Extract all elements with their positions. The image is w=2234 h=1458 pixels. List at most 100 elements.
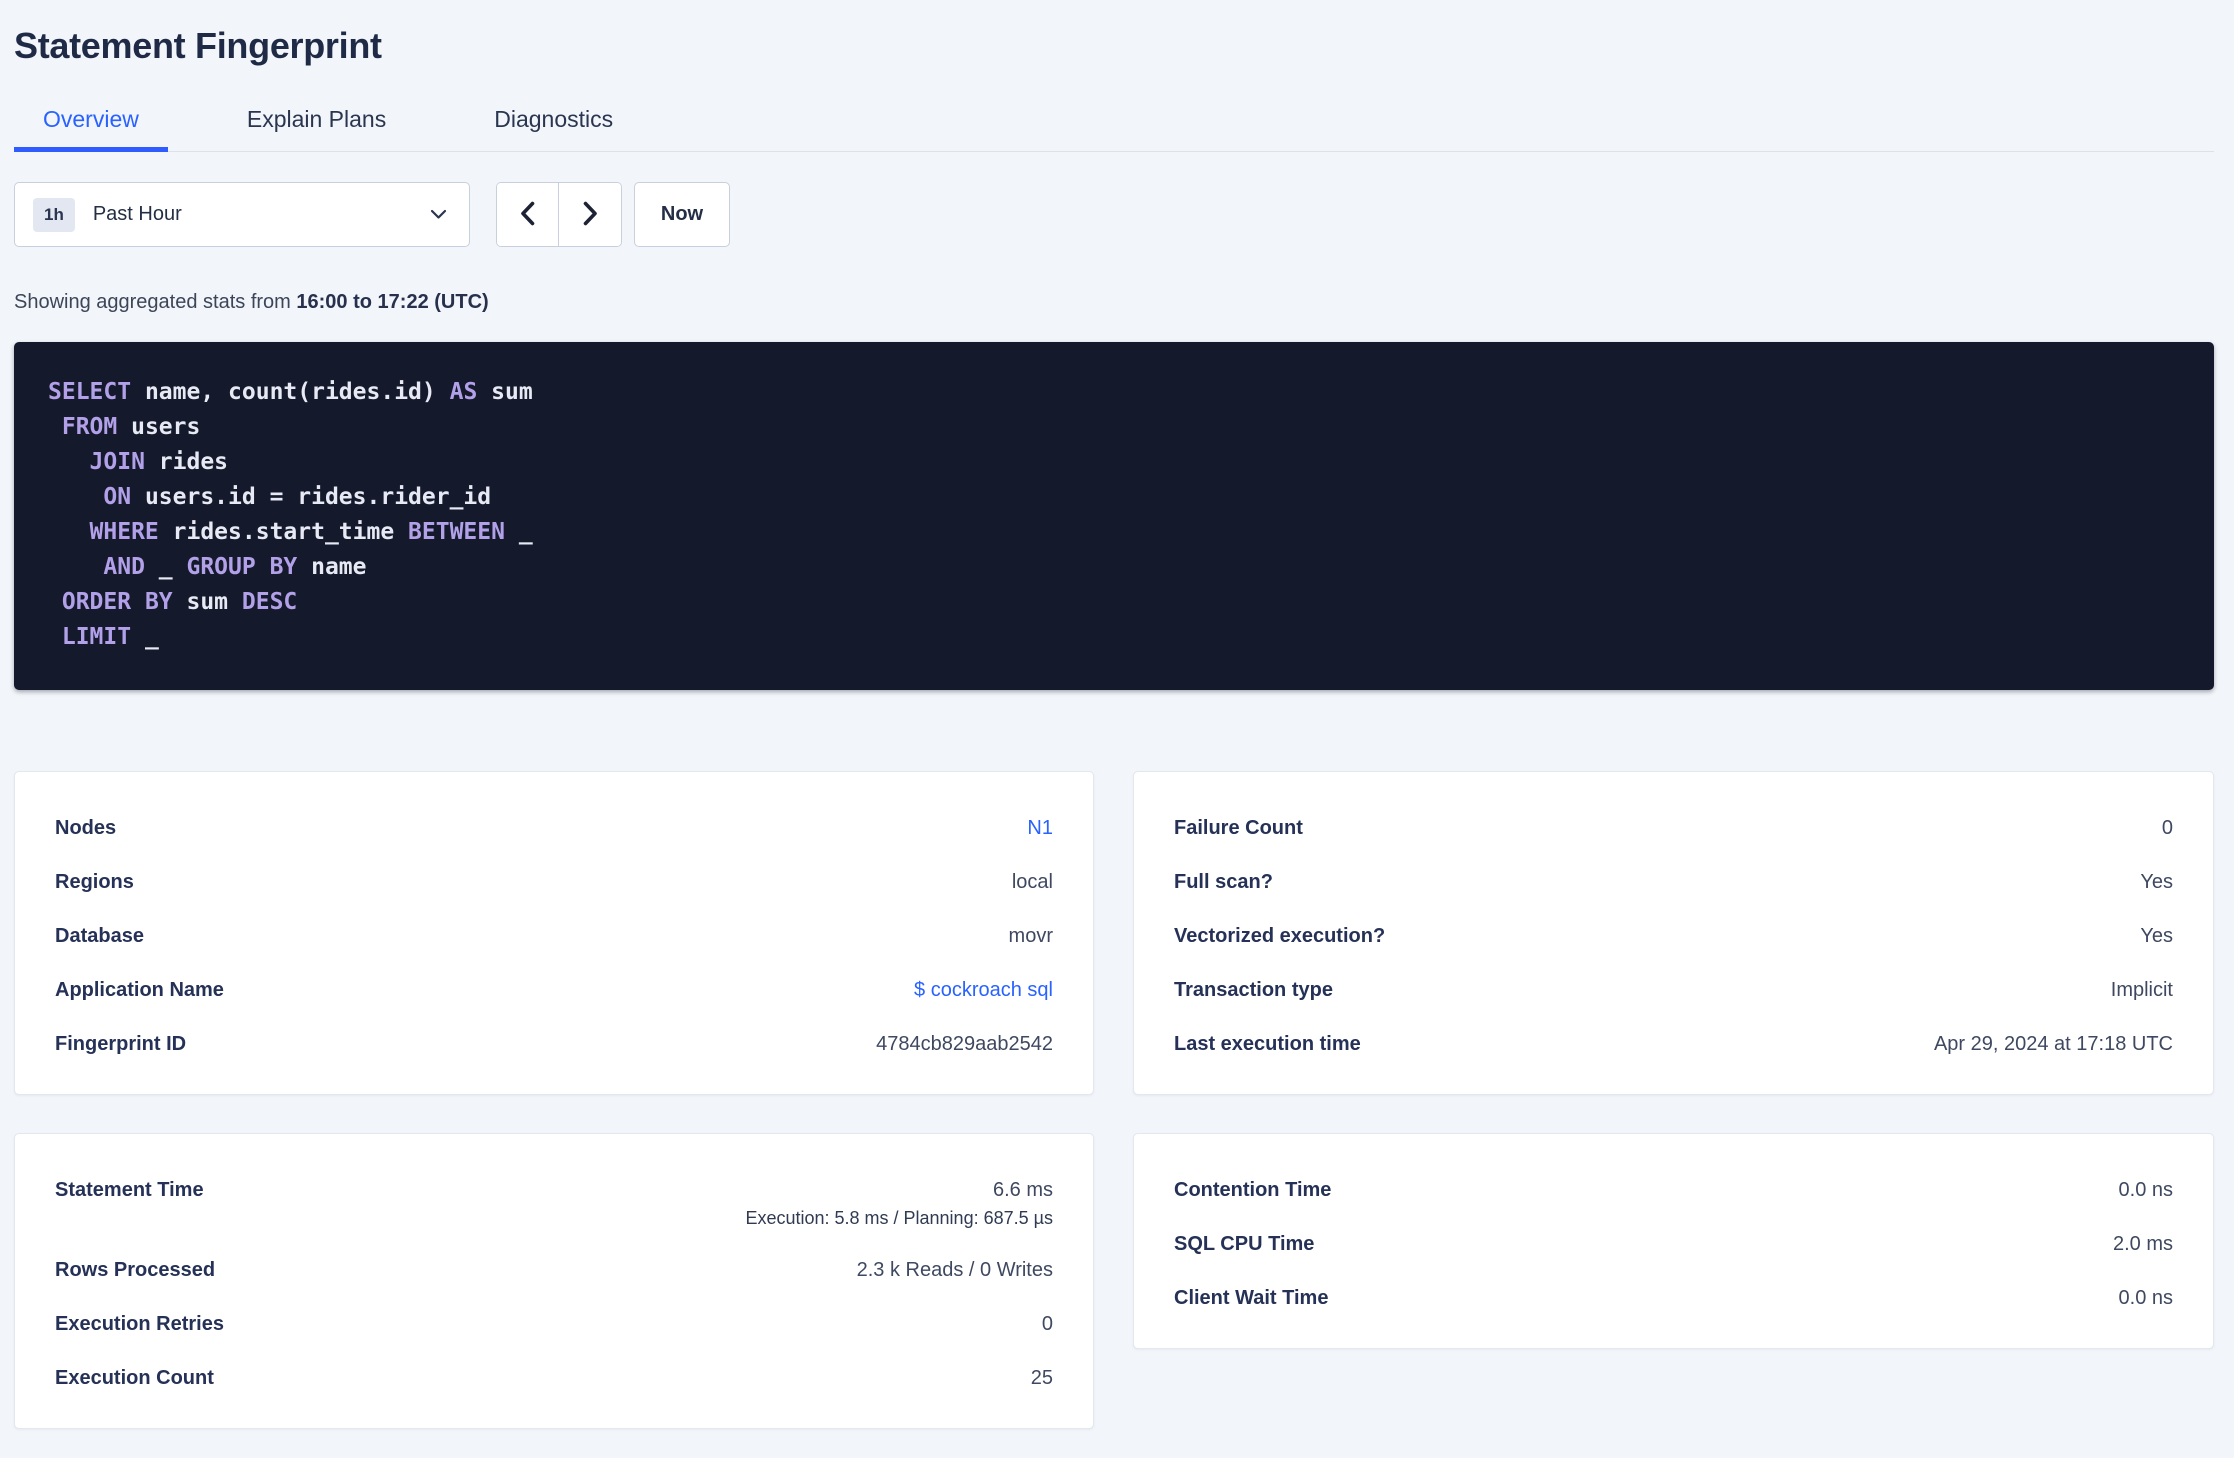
stat-label: Transaction type <box>1174 979 1333 1001</box>
stat-row: Regions local <box>55 868 1053 896</box>
overview-details-card: Nodes N1 Regions local Database movr Applicati… <box>14 771 1094 1095</box>
stat-value: 6.6 ms <box>992 1179 1053 1201</box>
stat-label: Regions <box>55 871 134 893</box>
sql-keyword: AND <box>103 554 145 580</box>
sql-identifier <box>48 449 90 475</box>
chevron-left-icon <box>518 200 537 230</box>
stat-label: Client Wait Time <box>1174 1287 1329 1309</box>
stat-value: Yes <box>2140 871 2173 893</box>
sql-statement-box: SELECT name, count(rides.id) AS sum FROM… <box>14 342 2214 690</box>
stat-value: 0.0 ns <box>2118 1179 2173 1201</box>
sql-identifier <box>48 624 62 650</box>
next-time-button[interactable] <box>559 183 621 246</box>
stat-row: Transaction type Implicit <box>1174 976 2173 1004</box>
stat-label: Contention Time <box>1174 1179 1332 1201</box>
stat-label: Nodes <box>55 817 117 839</box>
stat-label: Fingerprint ID <box>55 1033 187 1055</box>
stat-row: Last execution time Apr 29, 2024 at 17:18… <box>1174 1030 2173 1058</box>
sql-identifier: rides <box>144 449 229 475</box>
sql-keyword: AS <box>449 379 478 405</box>
stat-value: 0.0 ns <box>2118 1287 2173 1309</box>
stat-label: Database <box>55 925 144 947</box>
sql-keyword: ON <box>103 484 132 510</box>
sql-keyword: BETWEEN <box>408 519 505 545</box>
stats-line-range: 16:00 to 17:22 (UTC) <box>296 291 489 313</box>
stat-row: Contention Time 0.0 ns <box>1174 1176 2173 1204</box>
stat-value: 2.0 ms <box>2112 1233 2173 1255</box>
wait-times-card: Contention Time 0.0 ns SQL CPU Time 2.0 ms C… <box>1133 1133 2214 1349</box>
aggregated-stats-line: Showing aggregated stats from 16:00 to 1… <box>14 288 2214 316</box>
sql-keyword: GROUP BY <box>186 554 298 580</box>
chevron-down-icon <box>430 209 447 220</box>
sql-identifier <box>48 519 90 545</box>
time-range-badge: 1h <box>33 197 75 232</box>
tab-diagnostics[interactable]: Diagnostics <box>465 106 642 152</box>
stat-row: Execution Count 25 <box>55 1364 1053 1392</box>
stat-value: 4784cb829aab2542 <box>876 1033 1053 1055</box>
stat-value: 0 <box>1041 1313 1053 1335</box>
stat-value: Implicit <box>2110 979 2173 1001</box>
stat-row: Execution Retries 0 <box>55 1310 1053 1338</box>
stat-label: Rows Processed <box>55 1259 216 1281</box>
stat-row: Vectorized execution? Yes <box>1174 922 2173 950</box>
sql-identifier <box>48 589 62 615</box>
sql-identifier: name <box>297 554 367 580</box>
stat-row: Fingerprint ID 4784cb829aab2542 <box>55 1030 1053 1058</box>
stat-label: Vectorized execution? <box>1174 925 1386 947</box>
sql-identifier: _ <box>131 624 159 650</box>
statement-fingerprint-page: Statement Fingerprint Overview Explain P… <box>0 0 2234 1458</box>
stat-value: Yes <box>2140 925 2173 947</box>
stat-label: Application Name <box>55 979 224 1001</box>
stat-label: SQL CPU Time <box>1174 1233 1315 1255</box>
sql-keyword: FROM <box>61 414 118 440</box>
stat-label: Full scan? <box>1174 871 1273 893</box>
sql-identifier <box>48 414 62 440</box>
stat-row: Nodes N1 <box>55 814 1053 842</box>
tab-bar: Overview Explain Plans Diagnostics <box>14 106 2214 152</box>
stat-label: Execution Count <box>55 1367 214 1389</box>
stat-value: 2.3 k Reads / 0 Writes <box>856 1259 1053 1281</box>
sql-identifier: sum <box>172 589 242 615</box>
sql-keyword: ORDER BY <box>61 589 173 615</box>
sql-identifier: _ <box>144 554 187 580</box>
sql-keyword: WHERE <box>89 519 159 545</box>
stat-row: Database movr <box>55 922 1053 950</box>
stat-value-link[interactable]: N1 <box>1027 814 1053 842</box>
stat-row: Full scan? Yes <box>1174 868 2173 896</box>
time-step-buttons <box>496 182 622 247</box>
time-range-dropdown[interactable]: 1h Past Hour <box>14 182 470 247</box>
sql-identifier: users <box>117 414 201 440</box>
tab-overview[interactable]: Overview <box>14 106 168 152</box>
sql-identifier <box>48 554 103 580</box>
tab-explain-plans[interactable]: Explain Plans <box>218 106 415 152</box>
stat-row: Application Name $ cockroach sql <box>55 976 1053 1004</box>
sql-identifier: sum <box>477 379 533 405</box>
now-button[interactable]: Now <box>634 182 730 247</box>
sql-keyword: SELECT <box>48 379 132 405</box>
sql-identifier: name, count(rides.id) <box>131 379 450 405</box>
stat-value: 0 <box>2161 817 2173 839</box>
sql-identifier: users.id = rides.rider_id <box>131 484 492 510</box>
stats-line-prefix: Showing aggregated stats from <box>14 291 297 313</box>
sql-identifier: _ <box>504 519 533 545</box>
stat-subvalue: Execution: 5.8 ms / Planning: 687.5 µs <box>745 1208 1053 1228</box>
execution-attributes-card: Failure Count 0 Full scan? Yes Vectorized ex… <box>1133 771 2214 1095</box>
sql-identifier <box>48 484 103 510</box>
stat-value: 25 <box>1030 1367 1053 1389</box>
statement-times-card: Statement Time 6.6 ms Execution: 5.8 ms / … <box>14 1133 1094 1429</box>
time-toolbar: 1h Past Hour Now <box>14 182 2214 247</box>
sql-code: SELECT name, count(rides.id) AS sum FROM… <box>48 375 2184 655</box>
page-title: Statement Fingerprint <box>14 25 382 66</box>
stat-label: Last execution time <box>1174 1033 1361 1055</box>
stat-row: SQL CPU Time 2.0 ms <box>1174 1230 2173 1258</box>
sql-keyword: JOIN <box>89 449 145 475</box>
stat-value: Apr 29, 2024 at 17:18 UTC <box>1933 1033 2173 1055</box>
sql-keyword: DESC <box>241 589 298 615</box>
sql-identifier: rides.start_time <box>158 519 409 545</box>
time-range-label: Past Hour <box>92 203 182 225</box>
prev-time-button[interactable] <box>497 183 559 246</box>
stat-label: Failure Count <box>1174 817 1303 839</box>
stat-label: Execution Retries <box>55 1313 224 1335</box>
sql-keyword: LIMIT <box>61 624 132 650</box>
stat-value-link[interactable]: $ cockroach sql <box>914 976 1053 1004</box>
